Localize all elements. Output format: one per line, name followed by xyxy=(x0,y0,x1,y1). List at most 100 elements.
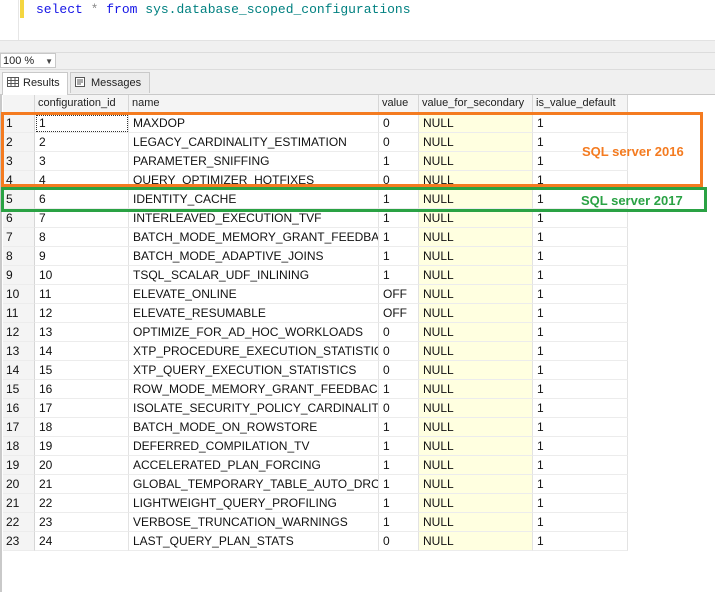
table-row[interactable]: 23 24 LAST_QUERY_PLAN_STATS 0 NULL 1 xyxy=(3,532,628,551)
cell-value[interactable]: OFF xyxy=(379,285,419,304)
table-row[interactable]: 11 12 ELEVATE_RESUMABLE OFF NULL 1 xyxy=(3,304,628,323)
table-row[interactable]: 7 8 BATCH_MODE_MEMORY_GRANT_FEEDBACK 1 NULL 1 xyxy=(3,228,628,247)
cell-is-value-default[interactable]: 1 xyxy=(533,285,628,304)
cell-value-for-secondary[interactable]: NULL xyxy=(419,323,533,342)
cell-value[interactable]: 0 xyxy=(379,399,419,418)
cell-value[interactable]: 0 xyxy=(379,361,419,380)
cell-name[interactable]: BATCH_MODE_ADAPTIVE_JOINS xyxy=(129,247,379,266)
cell-name[interactable]: VERBOSE_TRUNCATION_WARNINGS xyxy=(129,513,379,532)
table-row[interactable]: 8 9 BATCH_MODE_ADAPTIVE_JOINS 1 NULL 1 xyxy=(3,247,628,266)
cell-name[interactable]: BATCH_MODE_ON_ROWSTORE xyxy=(129,418,379,437)
row-number[interactable]: 13 xyxy=(3,342,35,361)
row-number[interactable]: 18 xyxy=(3,437,35,456)
table-row[interactable]: 16 17 ISOLATE_SECURITY_POLICY_CARDINALITY 0… xyxy=(3,399,628,418)
cell-name[interactable]: XTP_QUERY_EXECUTION_STATISTICS xyxy=(129,361,379,380)
table-row[interactable]: 20 21 GLOBAL_TEMPORARY_TABLE_AUTO_DROP 1 NUL… xyxy=(3,475,628,494)
cell-configuration-id[interactable]: 12 xyxy=(35,304,129,323)
cell-value-for-secondary[interactable]: NULL xyxy=(419,342,533,361)
cell-name[interactable]: XTP_PROCEDURE_EXECUTION_STATISTICS xyxy=(129,342,379,361)
cell-name[interactable]: OPTIMIZE_FOR_AD_HOC_WORKLOADS xyxy=(129,323,379,342)
row-number[interactable]: 16 xyxy=(3,399,35,418)
cell-value-for-secondary[interactable]: NULL xyxy=(419,361,533,380)
cell-name[interactable]: BATCH_MODE_MEMORY_GRANT_FEEDBACK xyxy=(129,228,379,247)
cell-value-for-secondary[interactable]: NULL xyxy=(419,380,533,399)
cell-is-value-default[interactable]: 1 xyxy=(533,323,628,342)
cell-configuration-id[interactable]: 11 xyxy=(35,285,129,304)
cell-value[interactable]: 1 xyxy=(379,437,419,456)
row-number[interactable]: 15 xyxy=(3,380,35,399)
cell-value-for-secondary[interactable]: NULL xyxy=(419,418,533,437)
row-number[interactable]: 7 xyxy=(3,228,35,247)
cell-configuration-id[interactable]: 14 xyxy=(35,342,129,361)
table-row[interactable]: 10 11 ELEVATE_ONLINE OFF NULL 1 xyxy=(3,285,628,304)
cell-is-value-default[interactable]: 1 xyxy=(533,342,628,361)
zoom-select[interactable]: 100 % ▼ xyxy=(0,53,56,68)
cell-is-value-default[interactable]: 1 xyxy=(533,228,628,247)
cell-value-for-secondary[interactable]: NULL xyxy=(419,513,533,532)
cell-value[interactable]: 1 xyxy=(379,475,419,494)
row-number[interactable]: 8 xyxy=(3,247,35,266)
cell-is-value-default[interactable]: 1 xyxy=(533,361,628,380)
header-value[interactable]: value xyxy=(379,95,419,112)
cell-configuration-id[interactable]: 19 xyxy=(35,437,129,456)
cell-value[interactable]: 1 xyxy=(379,513,419,532)
cell-is-value-default[interactable]: 1 xyxy=(533,399,628,418)
table-row[interactable]: 15 16 ROW_MODE_MEMORY_GRANT_FEEDBACK 1 NULL 1 xyxy=(3,380,628,399)
cell-configuration-id[interactable]: 23 xyxy=(35,513,129,532)
cell-configuration-id[interactable]: 22 xyxy=(35,494,129,513)
cell-configuration-id[interactable]: 8 xyxy=(35,228,129,247)
cell-is-value-default[interactable]: 1 xyxy=(533,266,628,285)
cell-is-value-default[interactable]: 1 xyxy=(533,418,628,437)
cell-is-value-default[interactable]: 1 xyxy=(533,513,628,532)
cell-value-for-secondary[interactable]: NULL xyxy=(419,266,533,285)
row-number[interactable]: 17 xyxy=(3,418,35,437)
table-row[interactable]: 13 14 XTP_PROCEDURE_EXECUTION_STATISTICS 0 N… xyxy=(3,342,628,361)
cell-configuration-id[interactable]: 21 xyxy=(35,475,129,494)
cell-name[interactable]: LAST_QUERY_PLAN_STATS xyxy=(129,532,379,551)
cell-is-value-default[interactable]: 1 xyxy=(533,494,628,513)
cell-name[interactable]: LIGHTWEIGHT_QUERY_PROFILING xyxy=(129,494,379,513)
cell-value-for-secondary[interactable]: NULL xyxy=(419,494,533,513)
tab-messages[interactable]: Messages xyxy=(70,72,150,93)
cell-value[interactable]: 0 xyxy=(379,323,419,342)
cell-name[interactable]: TSQL_SCALAR_UDF_INLINING xyxy=(129,266,379,285)
row-number[interactable]: 9 xyxy=(3,266,35,285)
table-row[interactable]: 18 19 DEFERRED_COMPILATION_TV 1 NULL 1 xyxy=(3,437,628,456)
header-name[interactable]: name xyxy=(129,95,379,112)
cell-value[interactable]: 0 xyxy=(379,342,419,361)
cell-value[interactable]: 1 xyxy=(379,247,419,266)
cell-name[interactable]: DEFERRED_COMPILATION_TV xyxy=(129,437,379,456)
table-row[interactable]: 17 18 BATCH_MODE_ON_ROWSTORE 1 NULL 1 xyxy=(3,418,628,437)
row-number[interactable]: 19 xyxy=(3,456,35,475)
cell-value[interactable]: OFF xyxy=(379,304,419,323)
cell-name[interactable]: ISOLATE_SECURITY_POLICY_CARDINALITY xyxy=(129,399,379,418)
chevron-down-icon[interactable]: ▼ xyxy=(45,54,53,69)
table-row[interactable]: 21 22 LIGHTWEIGHT_QUERY_PROFILING 1 NULL 1 xyxy=(3,494,628,513)
cell-value[interactable]: 1 xyxy=(379,418,419,437)
cell-name[interactable]: ROW_MODE_MEMORY_GRANT_FEEDBACK xyxy=(129,380,379,399)
table-row[interactable]: 9 10 TSQL_SCALAR_UDF_INLINING 1 NULL 1 xyxy=(3,266,628,285)
cell-is-value-default[interactable]: 1 xyxy=(533,456,628,475)
cell-value-for-secondary[interactable]: NULL xyxy=(419,247,533,266)
header-is-value-default[interactable]: is_value_default xyxy=(533,95,628,112)
cell-name[interactable]: GLOBAL_TEMPORARY_TABLE_AUTO_DROP xyxy=(129,475,379,494)
cell-is-value-default[interactable]: 1 xyxy=(533,304,628,323)
tab-results[interactable]: Results xyxy=(2,72,68,95)
cell-value[interactable]: 1 xyxy=(379,266,419,285)
row-number[interactable]: 12 xyxy=(3,323,35,342)
row-number[interactable]: 21 xyxy=(3,494,35,513)
row-number[interactable]: 20 xyxy=(3,475,35,494)
cell-name[interactable]: ELEVATE_RESUMABLE xyxy=(129,304,379,323)
table-row[interactable]: 22 23 VERBOSE_TRUNCATION_WARNINGS 1 NULL 1 xyxy=(3,513,628,532)
table-row[interactable]: 14 15 XTP_QUERY_EXECUTION_STATISTICS 0 NULL 1 xyxy=(3,361,628,380)
cell-is-value-default[interactable]: 1 xyxy=(533,247,628,266)
row-number[interactable]: 10 xyxy=(3,285,35,304)
cell-name[interactable]: ELEVATE_ONLINE xyxy=(129,285,379,304)
row-number[interactable]: 22 xyxy=(3,513,35,532)
cell-value-for-secondary[interactable]: NULL xyxy=(419,399,533,418)
cell-value[interactable]: 1 xyxy=(379,494,419,513)
row-number[interactable]: 14 xyxy=(3,361,35,380)
row-number[interactable]: 11 xyxy=(3,304,35,323)
table-row[interactable]: 12 13 OPTIMIZE_FOR_AD_HOC_WORKLOADS 0 NULL 1 xyxy=(3,323,628,342)
cell-value[interactable]: 1 xyxy=(379,380,419,399)
